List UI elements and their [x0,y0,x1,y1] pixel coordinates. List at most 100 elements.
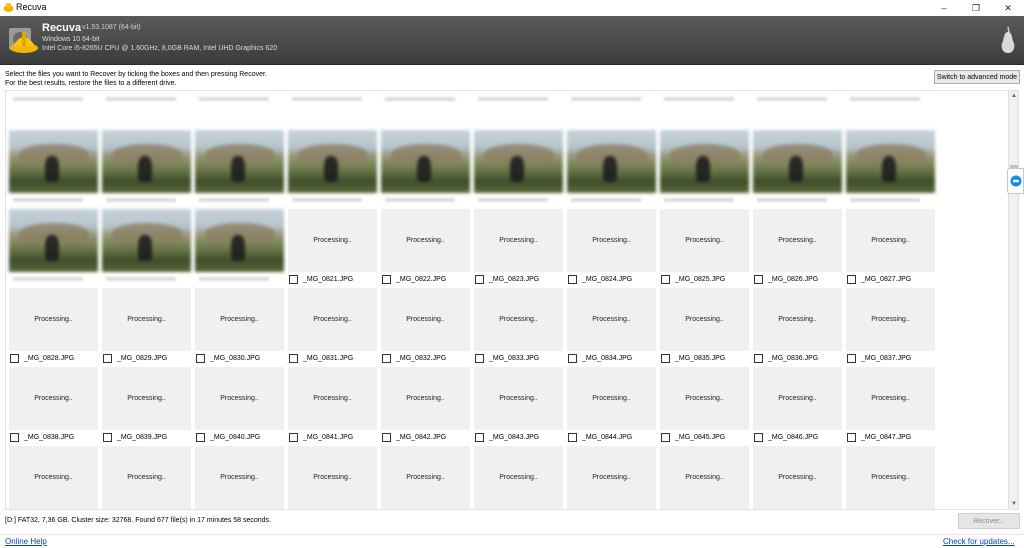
file-thumbnail-cell[interactable] [195,130,284,208]
file-thumbnail-cell[interactable]: Processing.._MG_0853.JPG [474,446,563,509]
file-thumbnail-cell[interactable]: Processing.. _MG_0844.JPG [567,367,656,445]
file-thumbnail-cell[interactable]: Processing.. _MG_0824.JPG [567,209,656,287]
file-thumbnail-cell[interactable]: Processing.. _MG_0827.JPG [846,209,935,287]
thumbnail-processing[interactable]: Processing.. [753,209,842,272]
file-select-checkbox[interactable] [568,432,577,442]
file-thumbnail-cell[interactable] [195,209,284,287]
file-thumbnail-cell[interactable]: Processing.._MG_0855.JPG [660,446,749,509]
file-thumbnail-cell[interactable] [660,91,749,129]
image-preview[interactable] [195,209,284,272]
thumbnail-processing[interactable]: Processing.. [9,446,98,509]
thumbnail-processing[interactable]: Processing.. [288,446,377,509]
minimize-button[interactable]: – [928,0,960,16]
file-select-checkbox[interactable] [382,432,391,442]
file-thumbnail-cell[interactable]: Processing.._MG_0849.JPG [102,446,191,509]
file-thumbnail-cell[interactable]: Processing.. _MG_0839.JPG [102,367,191,445]
file-thumbnail-cell[interactable] [9,209,98,287]
file-select-checkbox[interactable] [196,432,205,442]
file-thumbnail-cell[interactable] [195,91,284,129]
file-thumbnail-cell[interactable]: Processing.. _MG_0843.JPG [474,367,563,445]
file-select-checkbox[interactable] [475,432,484,442]
file-thumbnail-cell[interactable]: Processing.. _MG_0826.JPG [753,209,842,287]
file-thumbnail-cell[interactable]: Processing.. _MG_0838.JPG [9,367,98,445]
file-select-checkbox[interactable] [289,274,298,284]
image-preview[interactable] [660,130,749,193]
file-thumbnail-cell[interactable]: Processing.. _MG_0823.JPG [474,209,563,287]
file-thumbnail-cell[interactable]: Processing.. _MG_0821.JPG [288,209,377,287]
file-thumbnail-cell[interactable]: Processing.._MG_0857.JPG [846,446,935,509]
file-select-checkbox[interactable] [382,274,391,284]
thumbnail-processing[interactable]: Processing.. [474,288,563,351]
file-thumbnail-cell[interactable]: Processing.. _MG_0846.JPG [753,367,842,445]
thumbnail-processing[interactable]: Processing.. [474,446,563,509]
file-select-checkbox[interactable] [475,353,484,363]
image-preview[interactable] [567,130,656,193]
vertical-scrollbar[interactable]: ▲ ▼ [1008,91,1018,509]
file-select-checkbox[interactable] [475,274,484,284]
file-thumbnail-grid[interactable]: Processing.. _MG_0821.JPG Processing.. _MG_… [5,90,1019,510]
thumbnail-processing[interactable]: Processing.. [567,288,656,351]
thumbnail-processing[interactable]: Processing.. [195,446,284,509]
file-select-checkbox[interactable] [103,353,112,363]
thumbnail-processing[interactable]: Processing.. [474,209,563,272]
file-thumbnail-cell[interactable]: Processing.. _MG_0825.JPG [660,209,749,287]
file-select-checkbox[interactable] [196,353,205,363]
file-thumbnail-cell[interactable] [9,91,98,129]
thumbnail-processing[interactable]: Processing.. [846,209,935,272]
file-thumbnail-cell[interactable]: Processing.. _MG_0847.JPG [846,367,935,445]
thumbnail-processing[interactable]: Processing.. [660,209,749,272]
thumbnail-processing[interactable]: Processing.. [567,446,656,509]
file-thumbnail-cell[interactable]: Processing.. _MG_0836.JPG [753,288,842,366]
thumbnail-processing[interactable]: Processing.. [753,367,842,430]
image-preview[interactable] [9,130,98,193]
scroll-down-arrow-icon[interactable]: ▼ [1010,500,1018,508]
file-thumbnail-cell[interactable]: Processing.. _MG_0841.JPG [288,367,377,445]
thumbnail-processing[interactable]: Processing.. [288,288,377,351]
file-thumbnail-cell[interactable] [102,91,191,129]
file-thumbnail-cell[interactable] [381,130,470,208]
thumbnail-processing[interactable]: Processing.. [753,288,842,351]
online-help-link[interactable]: Online Help [5,537,47,546]
thumbnail-processing[interactable]: Processing.. [9,288,98,351]
file-thumbnail-cell[interactable]: Processing.. _MG_0837.JPG [846,288,935,366]
file-thumbnail-cell[interactable] [381,91,470,129]
file-select-checkbox[interactable] [754,432,763,442]
file-thumbnail-cell[interactable] [474,91,563,129]
file-thumbnail-cell[interactable] [846,91,935,129]
file-thumbnail-cell[interactable] [288,91,377,129]
file-thumbnail-cell[interactable]: Processing.._MG_0851.JPG [288,446,377,509]
thumbnail-processing[interactable]: Processing.. [474,367,563,430]
close-button[interactable]: ✕ [992,0,1024,16]
file-thumbnail-cell[interactable] [102,130,191,208]
file-thumbnail-cell[interactable]: Processing.._MG_0852.JPG [381,446,470,509]
file-thumbnail-cell[interactable]: Processing.._MG_0850.JPG [195,446,284,509]
file-thumbnail-cell[interactable]: Processing.. _MG_0828.JPG [9,288,98,366]
file-thumbnail-cell[interactable]: Processing.._MG_0854.JPG [567,446,656,509]
image-preview[interactable] [195,130,284,193]
file-select-checkbox[interactable] [568,274,577,284]
image-preview[interactable] [102,130,191,193]
file-thumbnail-cell[interactable]: Processing.. _MG_0845.JPG [660,367,749,445]
image-preview[interactable] [753,130,842,193]
thumbnail-processing[interactable]: Processing.. [102,367,191,430]
file-thumbnail-cell[interactable] [567,130,656,208]
file-thumbnail-cell[interactable] [753,91,842,129]
file-select-checkbox[interactable] [847,353,856,363]
check-updates-link[interactable]: Check for updates... [943,537,1015,546]
image-preview[interactable] [102,209,191,272]
thumbnail-processing[interactable]: Processing.. [846,288,935,351]
file-select-checkbox[interactable] [754,274,763,284]
teamviewer-icon[interactable] [1007,168,1024,194]
file-select-checkbox[interactable] [661,274,670,284]
file-select-checkbox[interactable] [847,432,856,442]
file-thumbnail-cell[interactable] [660,130,749,208]
file-thumbnail-cell[interactable]: Processing.. _MG_0829.JPG [102,288,191,366]
file-thumbnail-cell[interactable] [9,130,98,208]
scroll-up-arrow-icon[interactable]: ▲ [1010,92,1018,100]
thumbnail-processing[interactable]: Processing.. [195,367,284,430]
file-thumbnail-cell[interactable] [474,130,563,208]
file-select-checkbox[interactable] [661,353,670,363]
maximize-button[interactable]: ❐ [960,0,992,16]
file-select-checkbox[interactable] [847,274,856,284]
file-thumbnail-cell[interactable]: Processing.. _MG_0842.JPG [381,367,470,445]
